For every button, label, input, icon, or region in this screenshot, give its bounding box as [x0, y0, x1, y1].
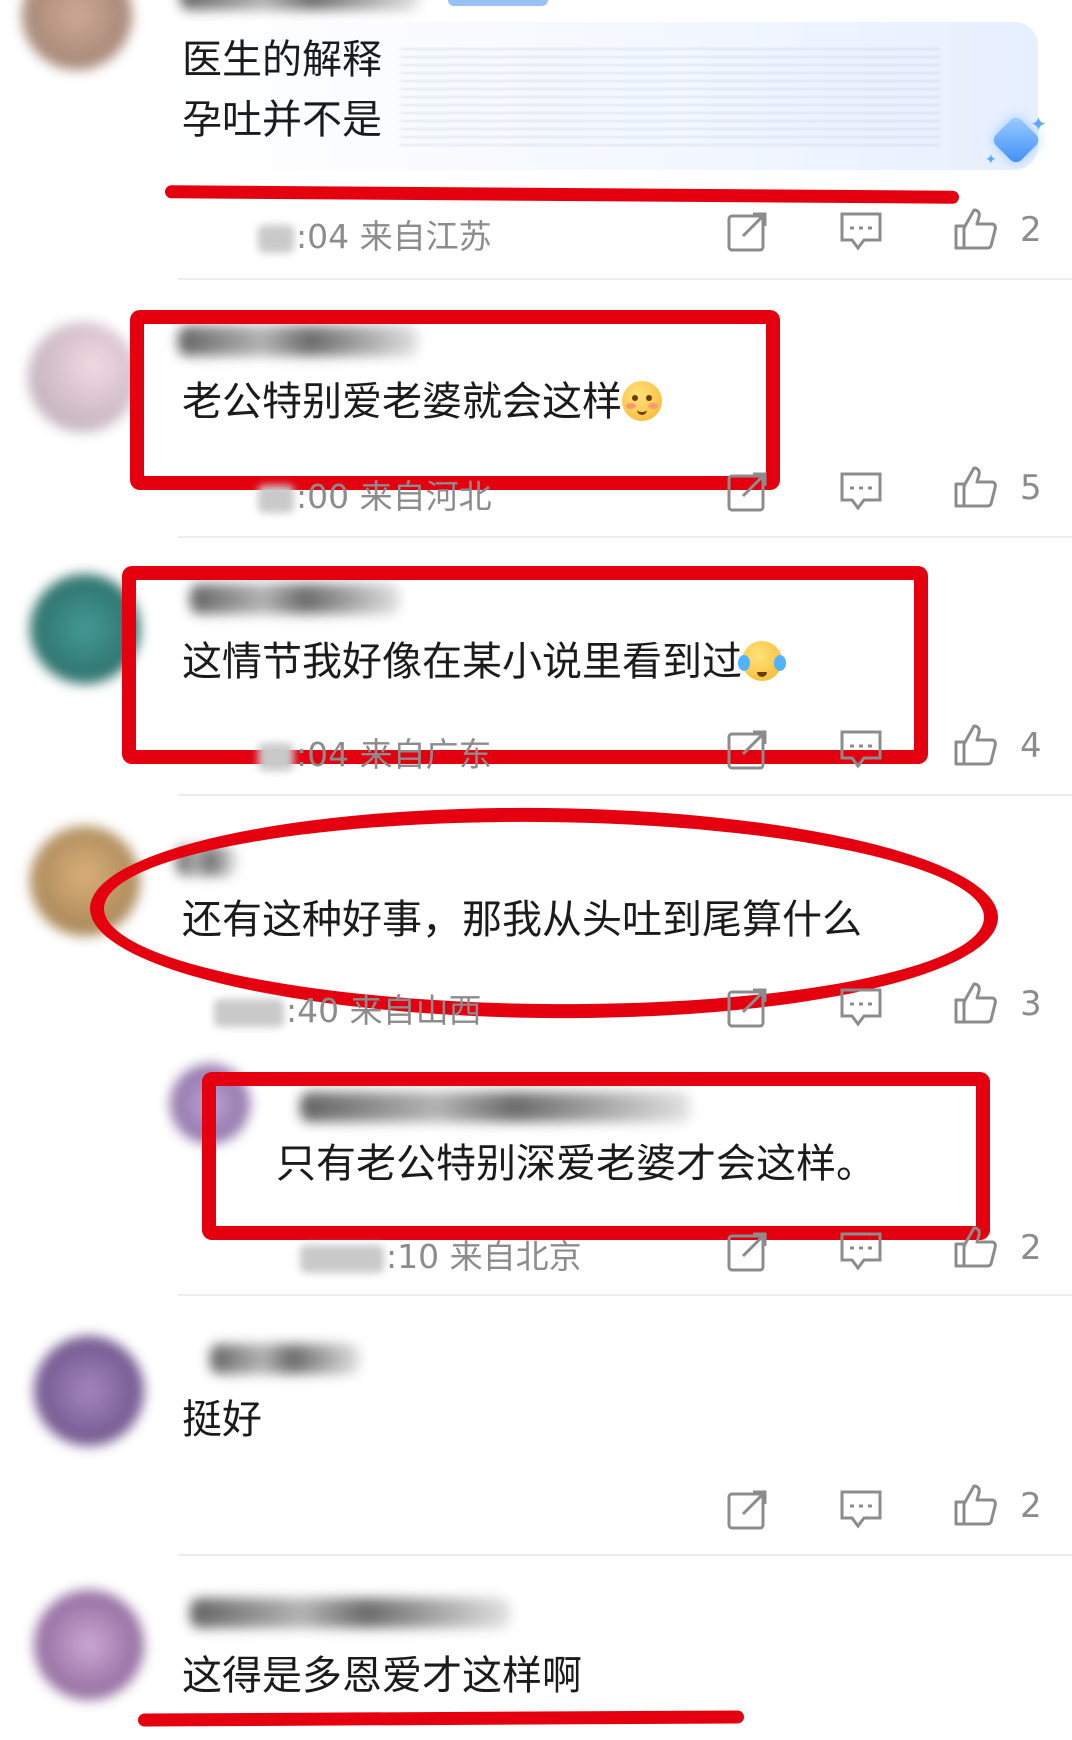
thumbs-up-icon[interactable]: [952, 980, 998, 1026]
divider: [178, 278, 1072, 280]
comment-meta: :00 来自河北: [258, 470, 492, 518]
like-count: 5: [1020, 468, 1042, 508]
thumbs-up-icon[interactable]: [952, 1224, 998, 1270]
annotation-box: [122, 566, 928, 764]
time-blurred: [258, 224, 294, 253]
sparkle-icon: ✦: [1030, 112, 1047, 136]
share-icon[interactable]: [725, 468, 771, 514]
thumbs-up-icon[interactable]: [952, 206, 998, 252]
like-count: 3: [1020, 984, 1042, 1024]
time-blurred: [214, 998, 284, 1027]
comment-meta: :04 来自广东: [258, 728, 492, 776]
comment-icon[interactable]: [838, 1486, 884, 1532]
ai-summary-lines: [400, 48, 940, 148]
share-icon[interactable]: [725, 1228, 771, 1274]
user-badge: [448, 0, 548, 6]
avatar[interactable]: [22, 0, 132, 70]
avatar[interactable]: [28, 322, 138, 432]
comment-icon[interactable]: [838, 726, 884, 772]
comment-text: 孕吐并不是: [182, 97, 382, 143]
time-blurred: [258, 742, 294, 771]
like-count: 2: [1020, 1228, 1042, 1268]
comment-text: 挺好: [182, 1397, 262, 1443]
comment-text: 这得是多恩爱才这样啊: [182, 1653, 582, 1699]
sparkle-icon: ✦: [985, 152, 997, 168]
thumbs-up-icon[interactable]: [952, 464, 998, 510]
comment-icon[interactable]: [838, 468, 884, 514]
share-icon[interactable]: [725, 726, 771, 772]
comment-icon[interactable]: [838, 208, 884, 254]
annotation-box: [202, 1072, 990, 1240]
avatar[interactable]: [34, 1336, 144, 1446]
share-icon[interactable]: [725, 1486, 771, 1532]
comment-icon[interactable]: [838, 1228, 884, 1274]
divider: [178, 1554, 1072, 1556]
username-blurred[interactable]: [180, 0, 420, 10]
like-count: 4: [1020, 726, 1042, 766]
divider: [178, 536, 1072, 538]
like-count: 2: [1020, 1486, 1042, 1526]
comment-meta: :04 来自江苏: [258, 210, 492, 258]
username-blurred[interactable]: [210, 1344, 360, 1374]
share-icon[interactable]: [725, 208, 771, 254]
divider: [178, 794, 1072, 796]
time-blurred: [258, 484, 294, 513]
comment-meta: :40 来自山西: [214, 984, 482, 1032]
time-blurred: [300, 1244, 384, 1273]
username-blurred[interactable]: [190, 1598, 510, 1628]
comment-meta: :10 来自北京: [300, 1230, 582, 1278]
comment-icon[interactable]: [838, 984, 884, 1030]
thumbs-up-icon[interactable]: [952, 722, 998, 768]
divider: [178, 1294, 1072, 1296]
comment-text: 医生的解释: [182, 37, 382, 83]
annotation-underline: [137, 1710, 745, 1727]
avatar[interactable]: [34, 1590, 144, 1700]
annotation-underline: [164, 185, 960, 204]
like-count: 2: [1020, 210, 1042, 250]
share-icon[interactable]: [725, 984, 771, 1030]
thumbs-up-icon[interactable]: [952, 1482, 998, 1528]
annotation-box: [130, 310, 780, 490]
